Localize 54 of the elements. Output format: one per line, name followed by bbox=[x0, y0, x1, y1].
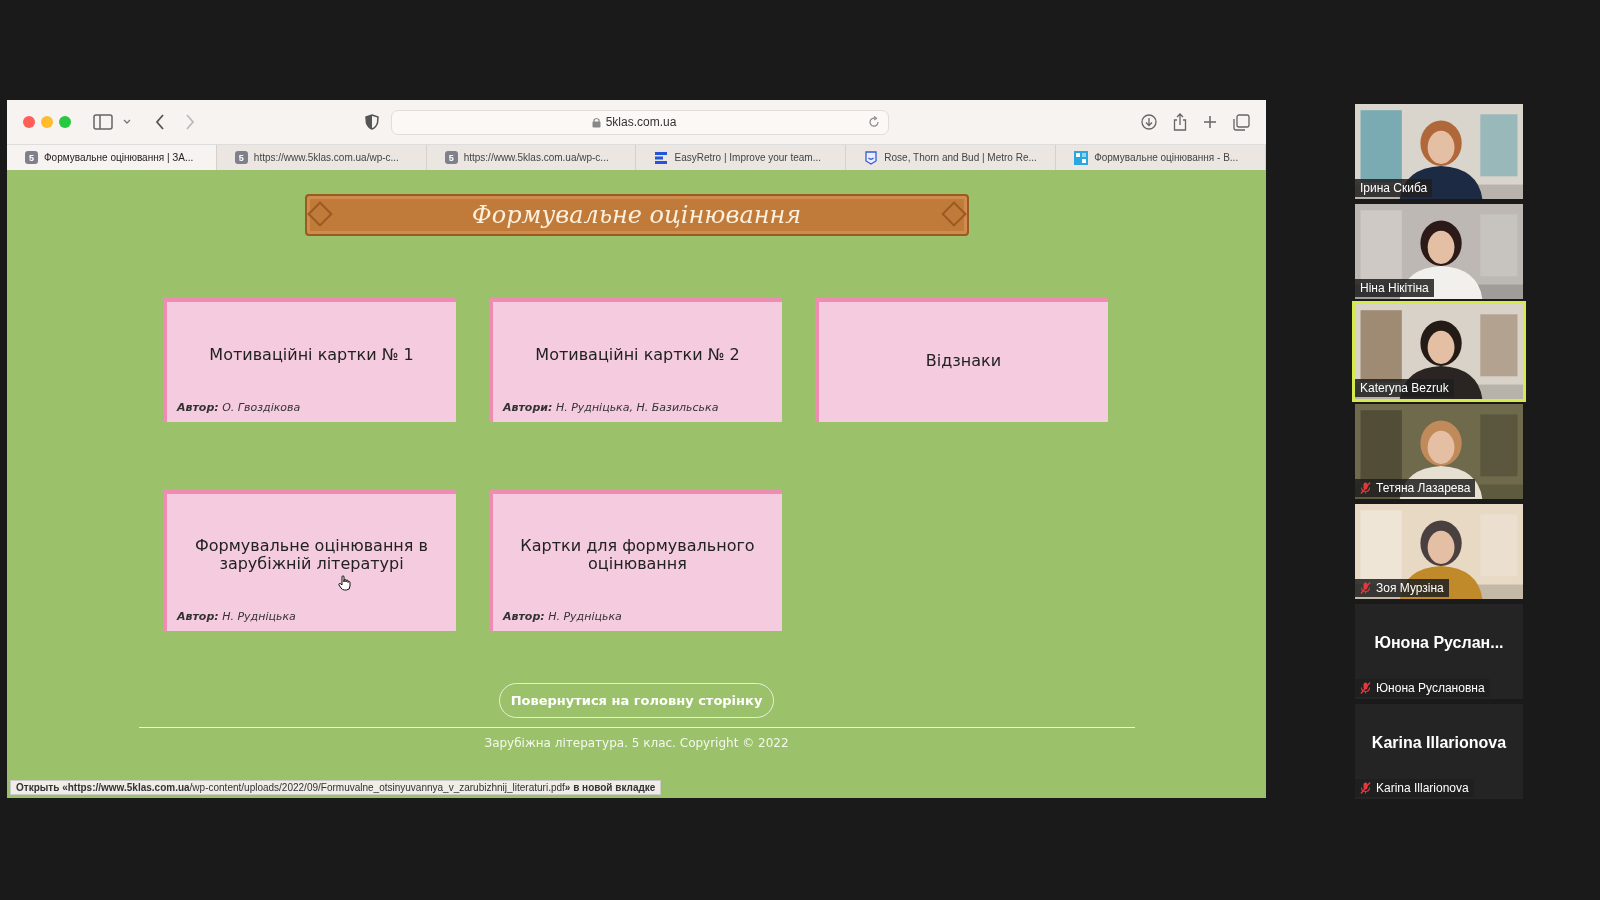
card-title: Формувальне оцінювання в зарубіжній літературі bbox=[194, 537, 429, 573]
shield-icon[interactable] bbox=[365, 114, 379, 130]
link-card[interactable]: Мотиваційні картки № 1 Автор: О. Гвоздікова bbox=[163, 298, 456, 422]
close-button[interactable] bbox=[23, 116, 35, 128]
participant-name: Юнона Руслановна bbox=[1376, 681, 1485, 695]
link-card[interactable]: Мотиваційні картки № 2 Автори: Н. Рудніцька, Н. Базильська bbox=[489, 298, 782, 422]
url-text: 5klas.com.ua bbox=[605, 115, 677, 129]
grid-favicon-icon bbox=[1074, 150, 1089, 165]
share-icon[interactable] bbox=[1173, 113, 1187, 131]
lock-icon bbox=[591, 116, 601, 128]
card-title: Мотиваційні картки № 2 bbox=[535, 345, 740, 364]
footer-text: Зарубіжна література. 5 клас. Copyright © 2022 bbox=[484, 736, 789, 750]
reload-icon[interactable] bbox=[868, 116, 880, 128]
card-author: Автори: Н. Рудніцька, Н. Базильська bbox=[503, 401, 720, 414]
card-author: Автор: Н. Рудніцька bbox=[503, 610, 623, 623]
card-title: Мотиваційні картки № 1 bbox=[209, 345, 414, 364]
site-favicon-icon: 5 bbox=[234, 151, 248, 164]
bars-favicon-icon bbox=[654, 150, 669, 165]
new-tab-icon[interactable] bbox=[1203, 115, 1217, 129]
participant-name: Ніна Нікітіна bbox=[1360, 281, 1429, 295]
address-bar[interactable]: 5klas.com.ua bbox=[391, 109, 889, 135]
participant-tile[interactable]: Ніна Нікітіна bbox=[1355, 204, 1523, 299]
link-card[interactable]: Картки для формувального оцінювання Автор: Н. Рудніцька bbox=[489, 490, 782, 631]
title-banner: Формувальне оцінювання bbox=[304, 194, 969, 236]
chevron-down-icon[interactable] bbox=[123, 119, 131, 125]
back-button[interactable] bbox=[155, 114, 165, 130]
card-title: Відзнаки bbox=[925, 352, 1002, 370]
participant-tile[interactable]: Kateryna Bezruk bbox=[1355, 304, 1523, 399]
badge-favicon-icon bbox=[864, 150, 879, 165]
link-status-bar: Открыть «https://www.5klas.com.ua/wp-content/uploads/2022/09/Formuvalne_otsinyuvannya_v_zarubizhnij_literaturi.pdf» в новой вкладке bbox=[10, 780, 662, 795]
hand-cursor-icon bbox=[338, 575, 352, 591]
participant-tile[interactable]: Тетяна Лазарева bbox=[1355, 404, 1523, 499]
participant-display-name: Karina Illarionova bbox=[1371, 733, 1507, 752]
sidebar-icon[interactable] bbox=[93, 114, 113, 130]
participant-name: Karina Illarionova bbox=[1376, 781, 1469, 795]
participant-name: Тетяна Лазарева bbox=[1376, 481, 1471, 495]
browser-tab[interactable]: 5 Формувальне оцінювання | ЗА... bbox=[7, 145, 217, 170]
participant-tile[interactable]: Юнона Руслан... Юнона Руслановна bbox=[1355, 604, 1523, 699]
site-favicon-icon: 5 bbox=[25, 151, 38, 164]
participant-tile[interactable]: Ірина Скиба bbox=[1355, 104, 1523, 199]
participant-name: Kateryna Bezruk bbox=[1360, 381, 1449, 395]
card-author: Автор: Н. Рудніцька bbox=[177, 610, 297, 623]
tab-overview-icon[interactable] bbox=[1233, 113, 1250, 131]
participant-tile[interactable]: Зоя Мурзіна bbox=[1355, 504, 1523, 599]
link-card[interactable]: Формувальне оцінювання в зарубіжній літературі Автор: Н. Рудніцька bbox=[163, 490, 456, 631]
site-favicon-icon: 5 bbox=[444, 151, 458, 164]
card-title: Картки для формувального оцінювання bbox=[519, 537, 756, 573]
participant-display-name: Юнона Руслан... bbox=[1374, 633, 1504, 652]
participant-name: Ірина Скиба bbox=[1360, 181, 1428, 195]
participant-name: Зоя Мурзіна bbox=[1376, 581, 1444, 595]
link-card[interactable]: Відзнаки bbox=[815, 298, 1108, 422]
download-icon[interactable] bbox=[1141, 114, 1157, 130]
card-author: Автор: О. Гвоздікова bbox=[177, 401, 302, 414]
participant-tile[interactable]: Karina Illarionova Karina Illarionova bbox=[1355, 704, 1523, 799]
